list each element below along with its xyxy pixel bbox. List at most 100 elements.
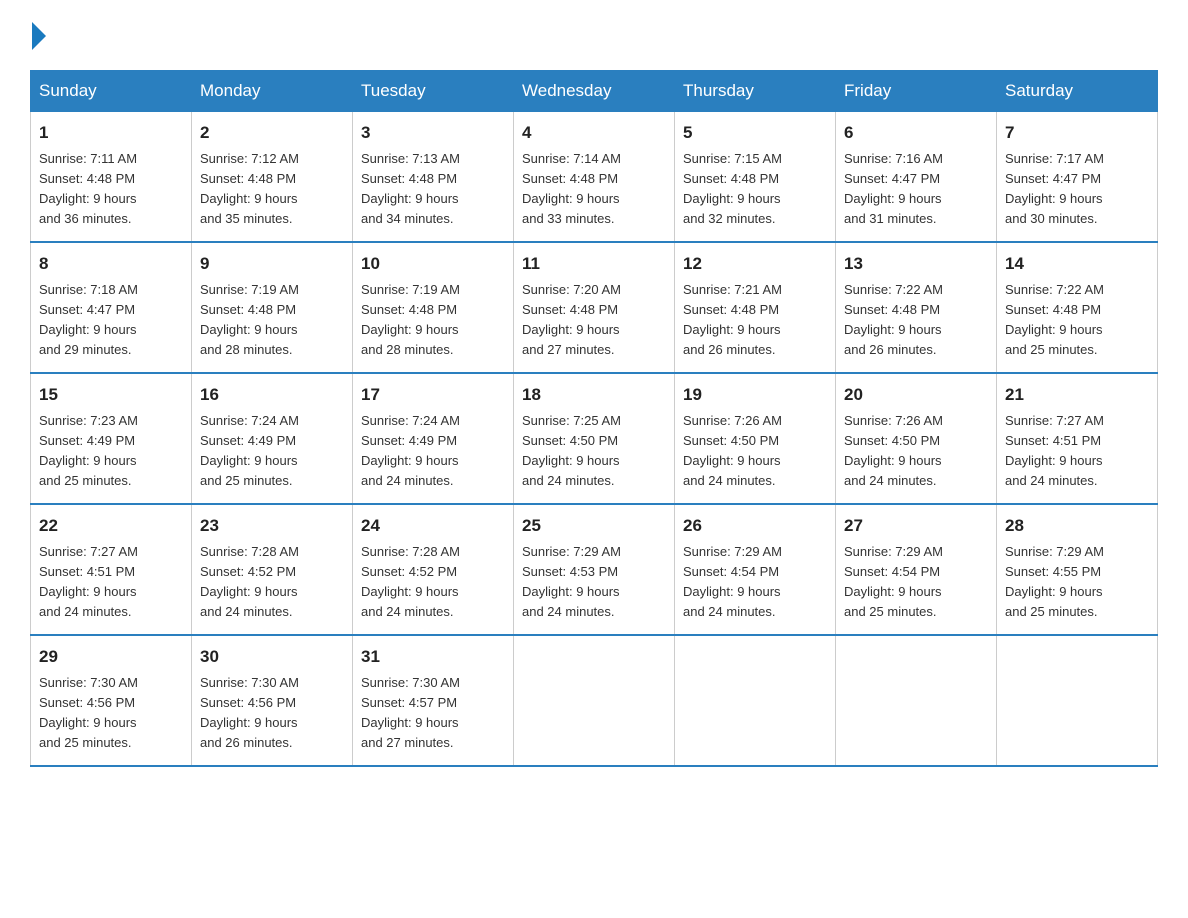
calendar-cell: 30 Sunrise: 7:30 AMSunset: 4:56 PMDaylig…	[192, 635, 353, 766]
day-number: 24	[361, 513, 505, 539]
day-number: 9	[200, 251, 344, 277]
day-number: 15	[39, 382, 183, 408]
calendar-cell: 15 Sunrise: 7:23 AMSunset: 4:49 PMDaylig…	[31, 373, 192, 504]
day-number: 31	[361, 644, 505, 670]
calendar-table: SundayMondayTuesdayWednesdayThursdayFrid…	[30, 70, 1158, 767]
calendar-week-row: 15 Sunrise: 7:23 AMSunset: 4:49 PMDaylig…	[31, 373, 1158, 504]
calendar-cell: 6 Sunrise: 7:16 AMSunset: 4:47 PMDayligh…	[836, 112, 997, 243]
calendar-week-row: 8 Sunrise: 7:18 AMSunset: 4:47 PMDayligh…	[31, 242, 1158, 373]
day-number: 10	[361, 251, 505, 277]
calendar-cell	[836, 635, 997, 766]
day-info: Sunrise: 7:20 AMSunset: 4:48 PMDaylight:…	[522, 282, 621, 357]
day-info: Sunrise: 7:28 AMSunset: 4:52 PMDaylight:…	[200, 544, 299, 619]
day-info: Sunrise: 7:19 AMSunset: 4:48 PMDaylight:…	[361, 282, 460, 357]
day-number: 16	[200, 382, 344, 408]
day-number: 18	[522, 382, 666, 408]
day-info: Sunrise: 7:16 AMSunset: 4:47 PMDaylight:…	[844, 151, 943, 226]
day-info: Sunrise: 7:27 AMSunset: 4:51 PMDaylight:…	[1005, 413, 1104, 488]
calendar-cell: 16 Sunrise: 7:24 AMSunset: 4:49 PMDaylig…	[192, 373, 353, 504]
calendar-cell: 31 Sunrise: 7:30 AMSunset: 4:57 PMDaylig…	[353, 635, 514, 766]
day-info: Sunrise: 7:22 AMSunset: 4:48 PMDaylight:…	[844, 282, 943, 357]
day-number: 11	[522, 251, 666, 277]
day-info: Sunrise: 7:12 AMSunset: 4:48 PMDaylight:…	[200, 151, 299, 226]
day-number: 23	[200, 513, 344, 539]
calendar-header-wednesday: Wednesday	[514, 71, 675, 112]
day-number: 27	[844, 513, 988, 539]
day-number: 3	[361, 120, 505, 146]
day-info: Sunrise: 7:25 AMSunset: 4:50 PMDaylight:…	[522, 413, 621, 488]
calendar-cell: 8 Sunrise: 7:18 AMSunset: 4:47 PMDayligh…	[31, 242, 192, 373]
calendar-cell: 19 Sunrise: 7:26 AMSunset: 4:50 PMDaylig…	[675, 373, 836, 504]
calendar-header-sunday: Sunday	[31, 71, 192, 112]
day-info: Sunrise: 7:30 AMSunset: 4:57 PMDaylight:…	[361, 675, 460, 750]
day-info: Sunrise: 7:29 AMSunset: 4:54 PMDaylight:…	[844, 544, 943, 619]
day-number: 5	[683, 120, 827, 146]
calendar-cell: 20 Sunrise: 7:26 AMSunset: 4:50 PMDaylig…	[836, 373, 997, 504]
logo-triangle-icon	[32, 22, 46, 50]
logo	[30, 20, 50, 50]
calendar-cell: 4 Sunrise: 7:14 AMSunset: 4:48 PMDayligh…	[514, 112, 675, 243]
day-info: Sunrise: 7:19 AMSunset: 4:48 PMDaylight:…	[200, 282, 299, 357]
calendar-week-row: 22 Sunrise: 7:27 AMSunset: 4:51 PMDaylig…	[31, 504, 1158, 635]
day-info: Sunrise: 7:18 AMSunset: 4:47 PMDaylight:…	[39, 282, 138, 357]
calendar-cell: 13 Sunrise: 7:22 AMSunset: 4:48 PMDaylig…	[836, 242, 997, 373]
day-number: 26	[683, 513, 827, 539]
calendar-cell: 11 Sunrise: 7:20 AMSunset: 4:48 PMDaylig…	[514, 242, 675, 373]
day-info: Sunrise: 7:29 AMSunset: 4:53 PMDaylight:…	[522, 544, 621, 619]
day-info: Sunrise: 7:21 AMSunset: 4:48 PMDaylight:…	[683, 282, 782, 357]
day-number: 8	[39, 251, 183, 277]
day-info: Sunrise: 7:30 AMSunset: 4:56 PMDaylight:…	[200, 675, 299, 750]
calendar-cell: 27 Sunrise: 7:29 AMSunset: 4:54 PMDaylig…	[836, 504, 997, 635]
day-number: 20	[844, 382, 988, 408]
calendar-cell	[675, 635, 836, 766]
calendar-cell: 23 Sunrise: 7:28 AMSunset: 4:52 PMDaylig…	[192, 504, 353, 635]
day-number: 14	[1005, 251, 1149, 277]
calendar-header-saturday: Saturday	[997, 71, 1158, 112]
day-info: Sunrise: 7:24 AMSunset: 4:49 PMDaylight:…	[200, 413, 299, 488]
calendar-cell: 24 Sunrise: 7:28 AMSunset: 4:52 PMDaylig…	[353, 504, 514, 635]
calendar-header-thursday: Thursday	[675, 71, 836, 112]
calendar-cell: 9 Sunrise: 7:19 AMSunset: 4:48 PMDayligh…	[192, 242, 353, 373]
calendar-cell: 10 Sunrise: 7:19 AMSunset: 4:48 PMDaylig…	[353, 242, 514, 373]
day-info: Sunrise: 7:26 AMSunset: 4:50 PMDaylight:…	[683, 413, 782, 488]
day-info: Sunrise: 7:15 AMSunset: 4:48 PMDaylight:…	[683, 151, 782, 226]
calendar-cell: 28 Sunrise: 7:29 AMSunset: 4:55 PMDaylig…	[997, 504, 1158, 635]
day-info: Sunrise: 7:30 AMSunset: 4:56 PMDaylight:…	[39, 675, 138, 750]
day-number: 2	[200, 120, 344, 146]
calendar-header-monday: Monday	[192, 71, 353, 112]
calendar-cell: 12 Sunrise: 7:21 AMSunset: 4:48 PMDaylig…	[675, 242, 836, 373]
day-info: Sunrise: 7:11 AMSunset: 4:48 PMDaylight:…	[39, 151, 137, 226]
calendar-cell: 29 Sunrise: 7:30 AMSunset: 4:56 PMDaylig…	[31, 635, 192, 766]
day-number: 6	[844, 120, 988, 146]
day-number: 28	[1005, 513, 1149, 539]
day-info: Sunrise: 7:27 AMSunset: 4:51 PMDaylight:…	[39, 544, 138, 619]
day-number: 1	[39, 120, 183, 146]
day-number: 19	[683, 382, 827, 408]
calendar-header-row: SundayMondayTuesdayWednesdayThursdayFrid…	[31, 71, 1158, 112]
calendar-cell: 14 Sunrise: 7:22 AMSunset: 4:48 PMDaylig…	[997, 242, 1158, 373]
calendar-cell: 2 Sunrise: 7:12 AMSunset: 4:48 PMDayligh…	[192, 112, 353, 243]
calendar-cell: 7 Sunrise: 7:17 AMSunset: 4:47 PMDayligh…	[997, 112, 1158, 243]
day-info: Sunrise: 7:23 AMSunset: 4:49 PMDaylight:…	[39, 413, 138, 488]
day-info: Sunrise: 7:22 AMSunset: 4:48 PMDaylight:…	[1005, 282, 1104, 357]
day-number: 17	[361, 382, 505, 408]
day-number: 29	[39, 644, 183, 670]
day-info: Sunrise: 7:17 AMSunset: 4:47 PMDaylight:…	[1005, 151, 1104, 226]
day-number: 25	[522, 513, 666, 539]
day-number: 22	[39, 513, 183, 539]
day-info: Sunrise: 7:24 AMSunset: 4:49 PMDaylight:…	[361, 413, 460, 488]
calendar-header-friday: Friday	[836, 71, 997, 112]
day-number: 13	[844, 251, 988, 277]
day-number: 4	[522, 120, 666, 146]
calendar-cell: 22 Sunrise: 7:27 AMSunset: 4:51 PMDaylig…	[31, 504, 192, 635]
day-info: Sunrise: 7:29 AMSunset: 4:54 PMDaylight:…	[683, 544, 782, 619]
day-number: 7	[1005, 120, 1149, 146]
day-info: Sunrise: 7:13 AMSunset: 4:48 PMDaylight:…	[361, 151, 460, 226]
calendar-cell	[514, 635, 675, 766]
calendar-cell: 17 Sunrise: 7:24 AMSunset: 4:49 PMDaylig…	[353, 373, 514, 504]
day-info: Sunrise: 7:14 AMSunset: 4:48 PMDaylight:…	[522, 151, 621, 226]
calendar-header-tuesday: Tuesday	[353, 71, 514, 112]
calendar-cell: 26 Sunrise: 7:29 AMSunset: 4:54 PMDaylig…	[675, 504, 836, 635]
calendar-cell: 1 Sunrise: 7:11 AMSunset: 4:48 PMDayligh…	[31, 112, 192, 243]
calendar-cell: 5 Sunrise: 7:15 AMSunset: 4:48 PMDayligh…	[675, 112, 836, 243]
